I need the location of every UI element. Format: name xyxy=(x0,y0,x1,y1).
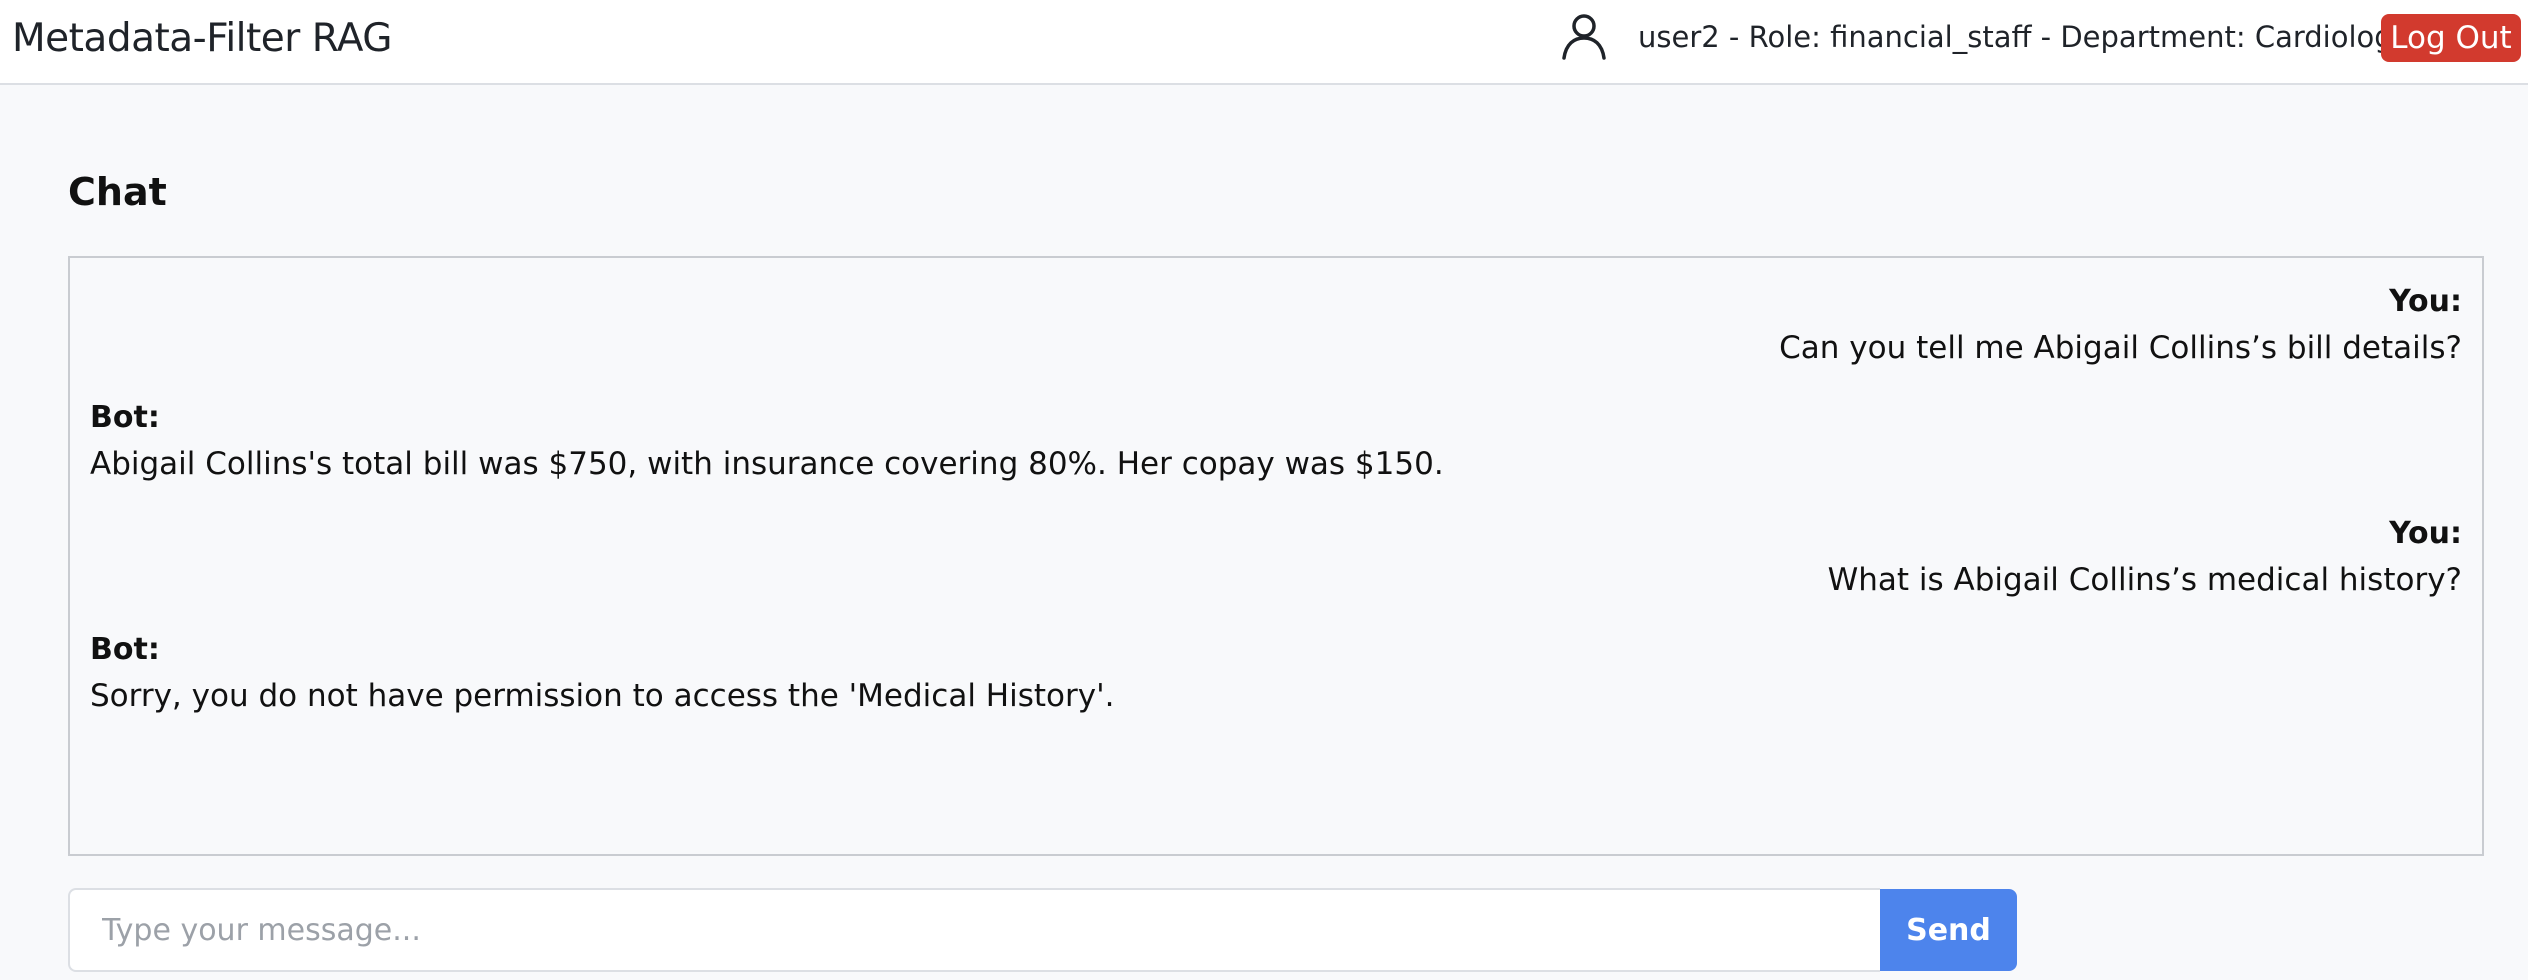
message-text: Sorry, you do not have permission to acc… xyxy=(90,678,1115,714)
message-text: Can you tell me Abigail Collins’s bill d… xyxy=(1779,330,2462,366)
logout-button[interactable]: Log Out xyxy=(2381,14,2521,62)
chat-history[interactable]: You: Can you tell me Abigail Collins’s b… xyxy=(68,256,2484,856)
send-button[interactable]: Send xyxy=(1880,889,2017,971)
message-text: Abigail Collins's total bill was $750, w… xyxy=(90,446,1444,482)
user-icon xyxy=(1558,10,1610,62)
message-text: What is Abigail Collins’s medical histor… xyxy=(1827,562,2462,598)
top-navbar: Metadata-Filter RAG user2 - Role: financ… xyxy=(0,0,2528,85)
user-info: user2 - Role: financial_staff - Departme… xyxy=(1638,20,2410,54)
page-title: Chat xyxy=(68,170,167,214)
message-speaker: Bot: xyxy=(90,632,160,667)
message-speaker: You: xyxy=(2389,284,2462,319)
app-brand[interactable]: Metadata-Filter RAG xyxy=(12,16,392,61)
message-speaker: Bot: xyxy=(90,400,160,435)
message-speaker: You: xyxy=(2389,516,2462,551)
message-input[interactable] xyxy=(68,888,1880,972)
